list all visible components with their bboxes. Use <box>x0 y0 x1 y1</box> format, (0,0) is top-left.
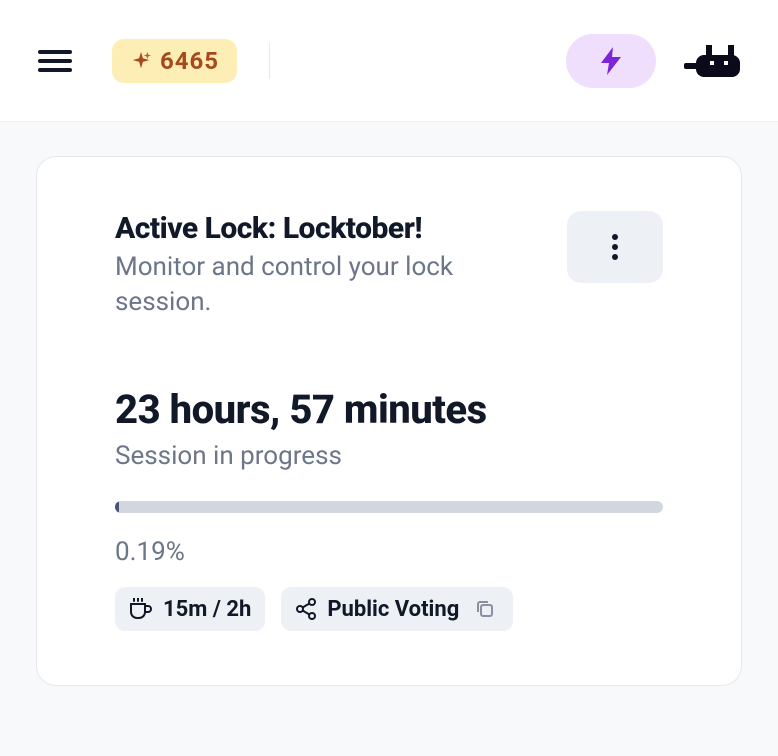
time-status: Session in progress <box>115 441 663 471</box>
bolt-button[interactable] <box>566 34 656 88</box>
public-voting-chip: Public Voting <box>281 587 513 631</box>
sparkle-icon <box>130 50 152 72</box>
active-lock-card: Active Lock: Locktober! Monitor and cont… <box>36 156 742 686</box>
divider <box>269 43 270 79</box>
avatar[interactable] <box>684 43 742 79</box>
dots-vertical-icon <box>611 233 619 261</box>
time-block: 23 hours, 57 minutes Session in progress… <box>115 386 663 631</box>
more-button[interactable] <box>567 211 663 283</box>
card-heading-group: Active Lock: Locktober! Monitor and cont… <box>115 211 543 320</box>
menu-button[interactable] <box>36 42 74 80</box>
coffee-chip-label: 15m / 2h <box>163 597 251 622</box>
card-subtitle: Monitor and control your lock session. <box>115 250 543 320</box>
copy-button[interactable] <box>471 595 499 623</box>
points-value: 6465 <box>160 47 219 75</box>
top-bar: 6465 <box>0 0 778 122</box>
copy-icon <box>475 599 495 619</box>
hamburger-icon <box>38 49 72 73</box>
public-voting-chip-label: Public Voting <box>327 597 459 622</box>
bolt-icon <box>599 47 623 75</box>
progress-fill <box>115 501 119 513</box>
card-header: Active Lock: Locktober! Monitor and cont… <box>115 211 663 320</box>
chip-row: 15m / 2h Public Voting <box>115 587 663 631</box>
page-body: Active Lock: Locktober! Monitor and cont… <box>0 122 778 686</box>
time-value: 23 hours, 57 minutes <box>115 386 663 433</box>
progress-bar <box>115 501 663 513</box>
progress-percent-label: 0.19% <box>115 537 663 567</box>
points-badge[interactable]: 6465 <box>112 39 237 83</box>
coffee-icon <box>129 598 153 620</box>
card-title: Active Lock: Locktober! <box>115 211 543 246</box>
avatar-icon <box>684 43 742 79</box>
share-icon <box>295 598 317 620</box>
coffee-chip: 15m / 2h <box>115 587 265 631</box>
